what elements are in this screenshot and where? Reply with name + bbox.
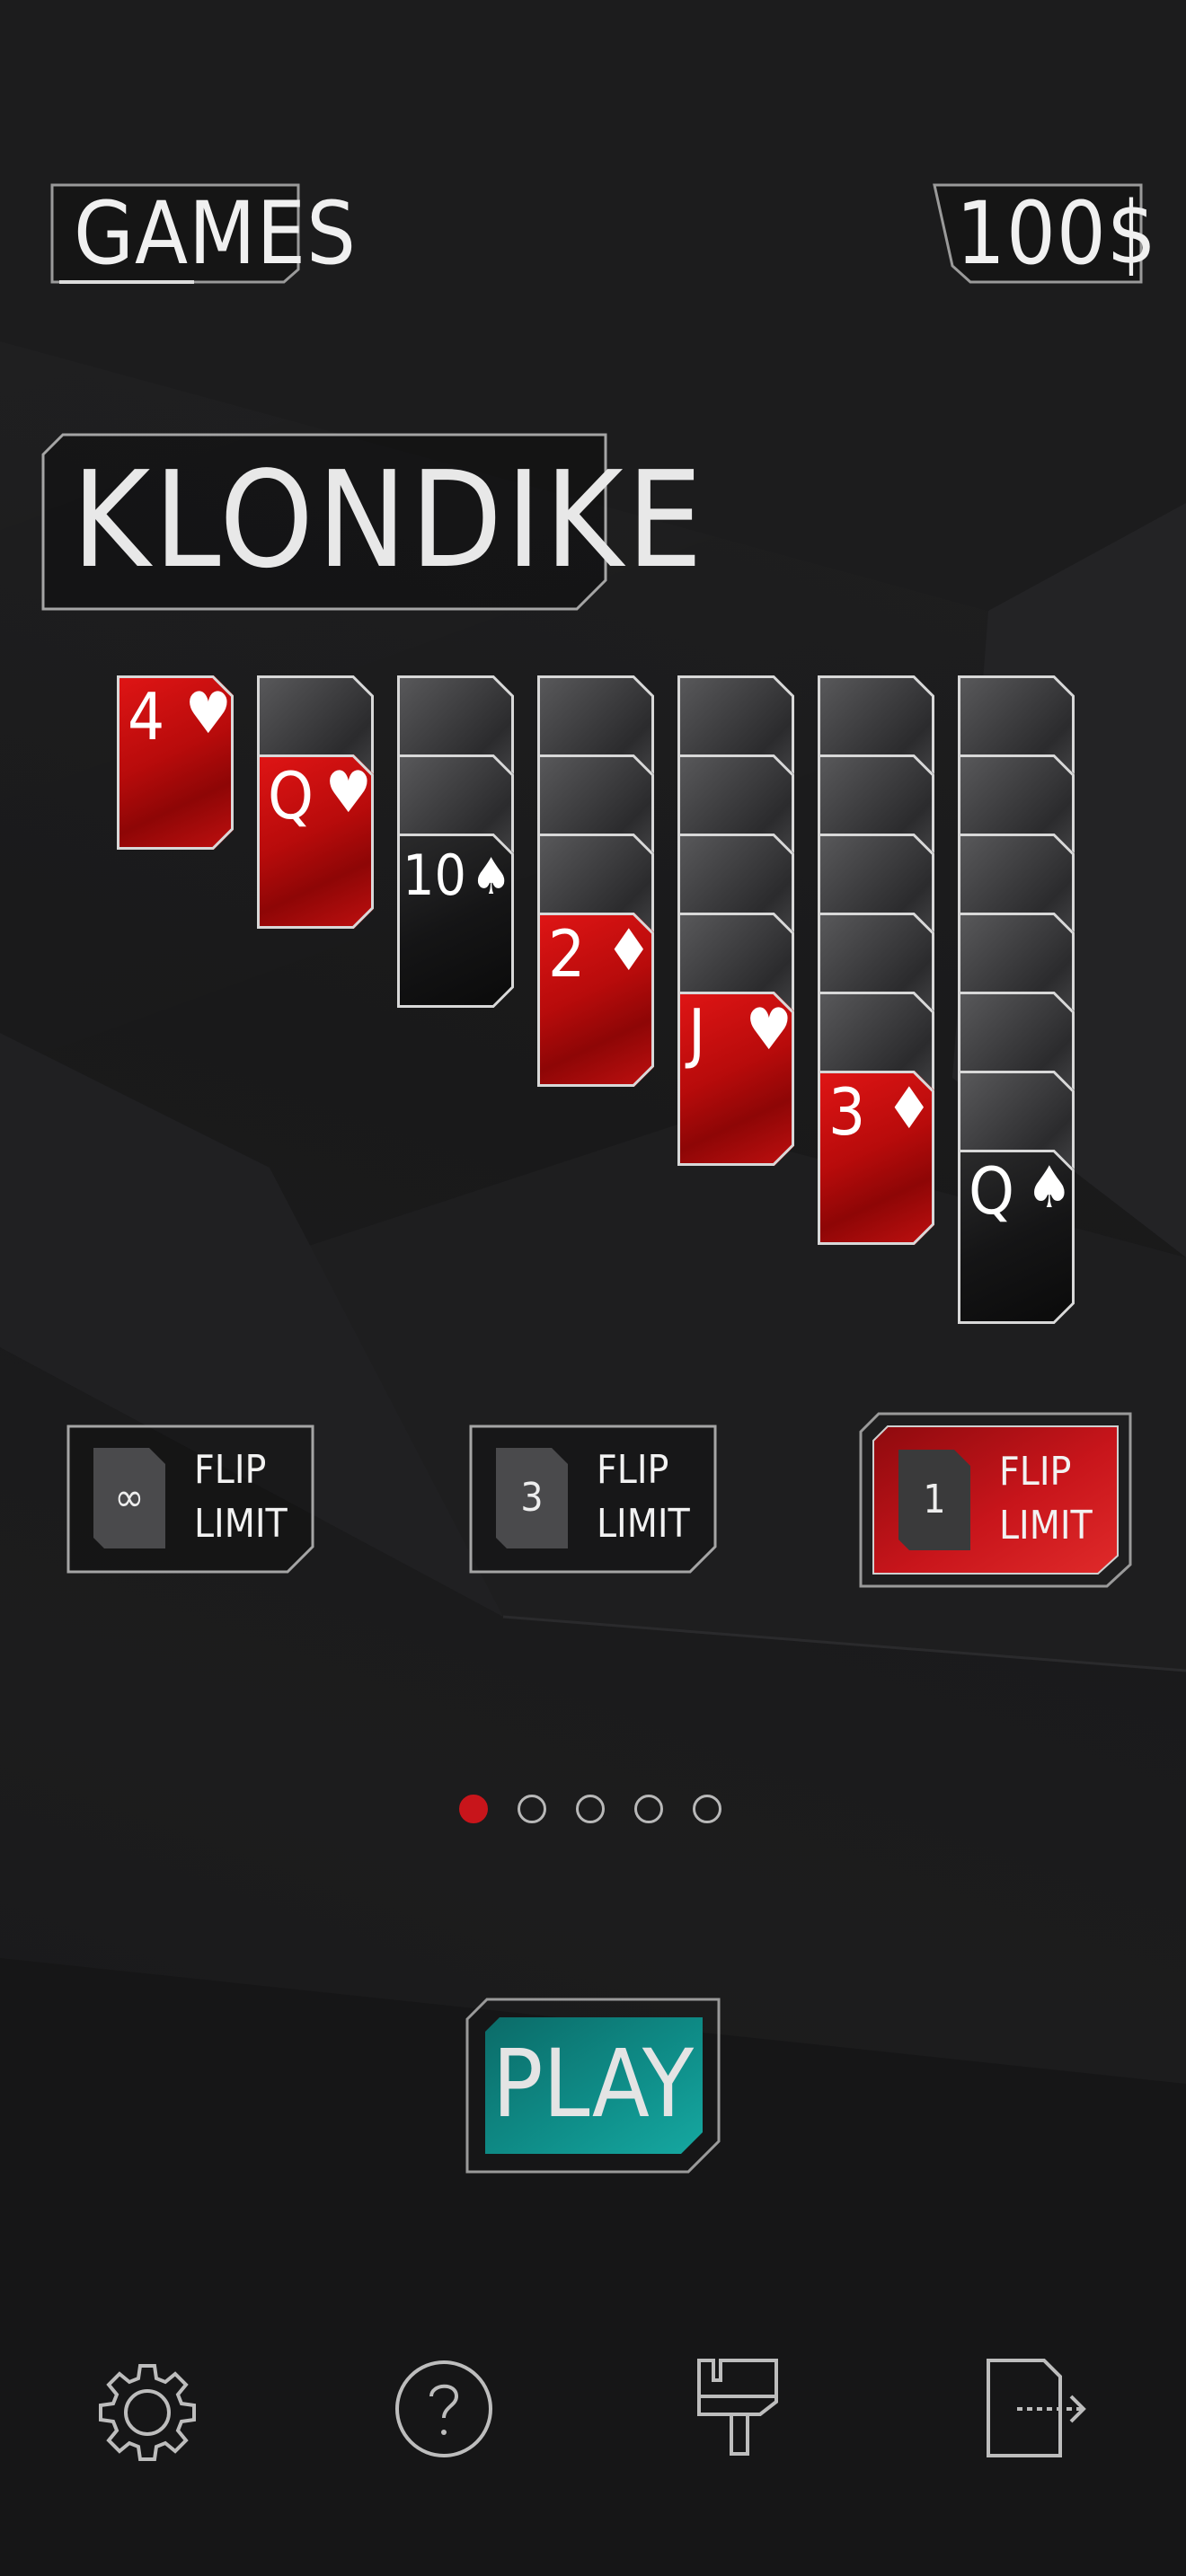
face-up-card: 3 ♦ <box>818 1071 934 1245</box>
game-menu-screen: GAMES 100$ KLONDIKE 4 ♥ Q ♥ 10 ♠ 2 ♦ J ♥ 3 ♦ Q ♠ ∞ FLI… <box>0 0 1186 2576</box>
face-up-card: 2 ♦ <box>537 913 654 1087</box>
tableau-preview: 4 ♥ Q ♥ 10 ♠ 2 ♦ J ♥ 3 ♦ Q ♠ <box>0 0 1186 1347</box>
flip-label-line1: FLIP <box>194 1447 267 1493</box>
flip-limit-option[interactable]: 1 FLIP LIMIT <box>859 1412 1132 1588</box>
heart-suit-icon: ♥ <box>746 997 792 1063</box>
page-dot[interactable] <box>634 1795 663 1823</box>
face-up-card: 10 ♠ <box>397 834 514 1008</box>
flip-count-value: ∞ <box>114 1475 145 1521</box>
settings-button[interactable] <box>93 2359 201 2466</box>
card-rank: 4 <box>128 679 165 754</box>
customize-button[interactable] <box>694 2357 783 2457</box>
face-up-card: 4 ♥ <box>117 675 234 850</box>
bottom-toolbar <box>0 2335 1186 2497</box>
card-rank: 2 <box>548 916 586 992</box>
face-up-card: Q ♠ <box>958 1150 1075 1324</box>
flip-label-line2: LIMIT <box>194 1501 288 1547</box>
flip-count-badge: 1 <box>898 1450 970 1550</box>
flip-count-badge: 3 <box>496 1448 568 1548</box>
flip-count-badge: ∞ <box>93 1448 165 1548</box>
card-rank: Q <box>969 1153 1014 1229</box>
diamond-suit-icon: ♦ <box>886 1076 933 1142</box>
flip-label-line1: FLIP <box>597 1447 669 1493</box>
paint-brush-icon <box>697 2359 778 2456</box>
page-dot[interactable] <box>576 1795 605 1823</box>
flip-limit-option[interactable]: ∞ FLIP LIMIT <box>66 1425 314 1574</box>
flip-label-line2: LIMIT <box>999 1503 1093 1548</box>
card-rank: J <box>688 995 706 1071</box>
exit-icon <box>987 2359 1086 2457</box>
play-label: PLAY <box>492 2029 694 2139</box>
play-button[interactable]: PLAY <box>465 1998 721 2174</box>
flip-count-value: 1 <box>923 1477 946 1522</box>
spade-suit-icon: ♠ <box>1026 1155 1073 1222</box>
page-dot[interactable] <box>459 1795 488 1823</box>
card-rank: 3 <box>828 1074 866 1150</box>
page-dot[interactable] <box>693 1795 721 1823</box>
card-rank: 10 <box>403 842 466 908</box>
heart-suit-icon: ♥ <box>325 760 372 826</box>
flip-label-line1: FLIP <box>999 1449 1072 1495</box>
flip-label-line2: LIMIT <box>597 1501 690 1547</box>
face-up-card: Q ♥ <box>257 754 374 929</box>
flip-limit-option[interactable]: 3 FLIP LIMIT <box>469 1425 717 1574</box>
exit-button[interactable] <box>985 2357 1089 2459</box>
page-dot[interactable] <box>518 1795 546 1823</box>
help-icon <box>395 2360 492 2457</box>
gear-icon <box>99 2364 196 2461</box>
heart-suit-icon: ♥ <box>185 681 232 747</box>
help-button[interactable] <box>394 2359 494 2459</box>
card-rank: Q <box>268 758 314 834</box>
face-up-card: J ♥ <box>677 992 794 1166</box>
spade-suit-icon: ♠ <box>471 848 512 906</box>
diamond-suit-icon: ♦ <box>606 918 652 984</box>
flip-count-value: 3 <box>520 1475 544 1521</box>
